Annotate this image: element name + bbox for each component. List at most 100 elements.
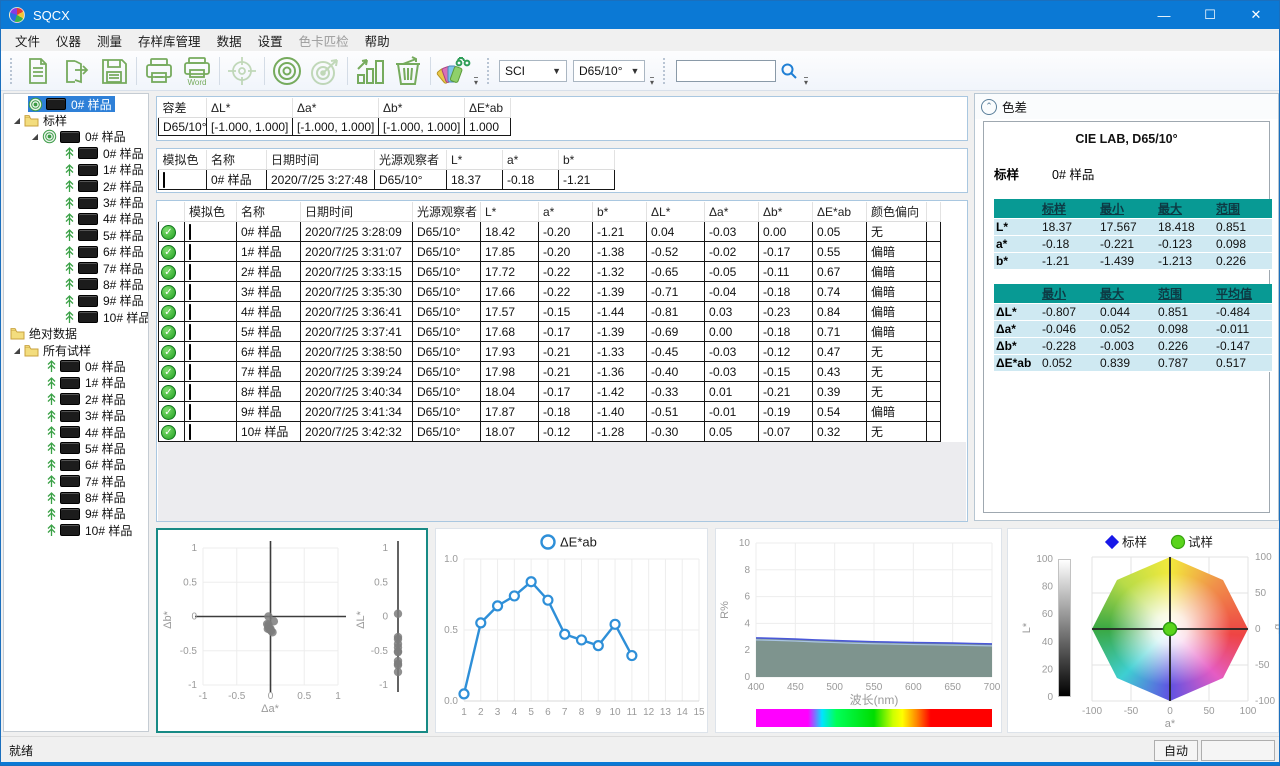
- table-row: Δb*-0.228-0.0030.226-0.147: [994, 338, 1272, 355]
- color-swatch: [163, 172, 165, 188]
- auto-button[interactable]: 自动: [1154, 740, 1198, 761]
- svg-text:20: 20: [1042, 664, 1054, 675]
- print-word-button[interactable]: Word: [178, 53, 216, 89]
- expander-icon[interactable]: ◢: [10, 346, 24, 355]
- cell: -0.52: [647, 242, 705, 262]
- cell: 无: [867, 222, 927, 242]
- svg-text:9: 9: [596, 707, 602, 718]
- pass-check-icon: ✓: [161, 325, 176, 340]
- toolbar-overflow-icon[interactable]: ▾: [650, 77, 654, 86]
- table-row[interactable]: ✓2# 样品2020/7/25 3:33:15D65/10°17.72-0.22…: [159, 262, 941, 282]
- scatter-chart-panel[interactable]: -1-1-0.5-0.5000.50.511Δb*Δa*-1-0.500.51Δ…: [156, 528, 428, 733]
- tree-item[interactable]: 0# 样品: [4, 358, 148, 374]
- cell: 17.98: [481, 362, 539, 382]
- tree-item[interactable]: 9# 样品: [4, 506, 148, 522]
- delete-trash-button[interactable]: [389, 53, 427, 89]
- expander-icon[interactable]: ◢: [28, 132, 42, 141]
- tree-item[interactable]: 8# 样品: [4, 489, 148, 505]
- table-row[interactable]: ✓7# 样品2020/7/25 3:39:24D65/10°17.98-0.21…: [159, 362, 941, 382]
- cell: 无: [867, 362, 927, 382]
- print-button[interactable]: [140, 53, 178, 89]
- table-row[interactable]: ✓0# 样品2020/7/25 3:28:09D65/10°18.42-0.20…: [159, 222, 941, 242]
- tree-item[interactable]: 10# 样品: [4, 522, 148, 538]
- menu-item-file[interactable]: 文件: [7, 29, 48, 52]
- table-row[interactable]: ✓8# 样品2020/7/25 3:40:34D65/10°18.04-0.17…: [159, 382, 941, 402]
- lab-gamut-chart-panel[interactable]: 标样试样100806040200L*-100-50050100a*100500-…: [1007, 528, 1279, 733]
- toolbar-overflow-icon[interactable]: ▾: [804, 77, 808, 86]
- cell: -0.18: [759, 322, 813, 342]
- close-button[interactable]: ✕: [1233, 1, 1279, 29]
- tree-item[interactable]: 0# 样品: [4, 145, 148, 161]
- svg-text:5: 5: [528, 707, 534, 718]
- minimize-button[interactable]: —: [1141, 1, 1187, 29]
- tree-item[interactable]: 10# 样品: [4, 309, 148, 325]
- menu-item-settings[interactable]: 设置: [250, 29, 291, 52]
- menu-item-data[interactable]: 数据: [209, 29, 250, 52]
- tree-item[interactable]: 5# 样品: [4, 227, 148, 243]
- tree-item[interactable]: 8# 样品: [4, 276, 148, 292]
- illuminant-observer-dropdown[interactable]: D65/10°▼: [573, 60, 645, 82]
- tree-item[interactable]: 4# 样品: [4, 211, 148, 227]
- table-row[interactable]: ✓10# 样品2020/7/25 3:42:32D65/10°18.07-0.1…: [159, 422, 941, 442]
- save-button[interactable]: [95, 53, 133, 89]
- table-row[interactable]: ✓1# 样品2020/7/25 3:31:07D65/10°17.85-0.20…: [159, 242, 941, 262]
- tree-item-content: 6# 样品: [64, 244, 147, 260]
- maximize-button[interactable]: ☐: [1187, 1, 1233, 29]
- search-button[interactable]: [776, 58, 802, 84]
- menu-item-measure[interactable]: 测量: [89, 29, 130, 52]
- cell: -1.213: [1156, 253, 1214, 270]
- menu-item-sample-library[interactable]: 存样库管理: [130, 29, 209, 52]
- tree-item[interactable]: 2# 样品: [4, 391, 148, 407]
- tree-item-label: 5# 样品: [100, 227, 147, 244]
- tree-item[interactable]: ◢标样: [4, 112, 148, 128]
- tree-item[interactable]: 1# 样品: [4, 375, 148, 391]
- menu-item-help[interactable]: 帮助: [357, 29, 398, 52]
- tree-item[interactable]: 5# 样品: [4, 440, 148, 456]
- tree-item[interactable]: 0# 样品: [4, 96, 148, 112]
- svg-text:450: 450: [787, 682, 804, 693]
- tree-item[interactable]: 4# 样品: [4, 424, 148, 440]
- export-button[interactable]: [57, 53, 95, 89]
- cell: [-1.000, 1.000]: [207, 118, 293, 136]
- tree-item-label: 7# 样品: [100, 260, 147, 277]
- table-row[interactable]: ✓4# 样品2020/7/25 3:36:41D65/10°17.57-0.15…: [159, 302, 941, 322]
- deltae-trend-chart-panel[interactable]: 0.00.51.0123456789101112131415ΔE*ab: [435, 528, 708, 733]
- table-row[interactable]: ✓6# 样品2020/7/25 3:38:50D65/10°17.93-0.21…: [159, 342, 941, 362]
- table-row[interactable]: ✓5# 样品2020/7/25 3:37:41D65/10°17.68-0.17…: [159, 322, 941, 342]
- cell: -0.12: [539, 422, 593, 442]
- new-document-button[interactable]: [19, 53, 57, 89]
- tree-item[interactable]: 3# 样品: [4, 194, 148, 210]
- tree-item[interactable]: 7# 样品: [4, 260, 148, 276]
- reflectance-chart-panel[interactable]: 0246810400450500550600650700R%波长(nm): [715, 528, 1002, 733]
- color-match-button[interactable]: [434, 53, 472, 89]
- tree-item[interactable]: 2# 样品: [4, 178, 148, 194]
- menu-item-instrument[interactable]: 仪器: [48, 29, 89, 52]
- table-row[interactable]: ✓3# 样品2020/7/25 3:35:30D65/10°17.66-0.22…: [159, 282, 941, 302]
- table-row[interactable]: ✓9# 样品2020/7/25 3:41:34D65/10°17.87-0.18…: [159, 402, 941, 422]
- measure-standard-button[interactable]: [268, 53, 306, 89]
- panel-title: 色差: [1002, 97, 1027, 116]
- tree-item[interactable]: ◢0# 样品: [4, 129, 148, 145]
- cell: [927, 262, 941, 282]
- statistics-chart-button[interactable]: [351, 53, 389, 89]
- tree-item[interactable]: 6# 样品: [4, 244, 148, 260]
- table-row[interactable]: 0# 样品2020/7/25 3:27:48D65/10°18.37-0.18-…: [159, 170, 615, 190]
- sci-sce-dropdown[interactable]: SCI▼: [499, 60, 567, 82]
- search-input[interactable]: [676, 60, 776, 82]
- tree-item[interactable]: ◢所有试样: [4, 342, 148, 358]
- tree-item[interactable]: 3# 样品: [4, 407, 148, 423]
- tree-item[interactable]: 7# 样品: [4, 473, 148, 489]
- tree-item[interactable]: 9# 样品: [4, 293, 148, 309]
- tree-item[interactable]: 1# 样品: [4, 162, 148, 178]
- collapse-panel-icon[interactable]: ⌃: [981, 99, 997, 115]
- cell: 4# 样品: [237, 302, 301, 322]
- cell: -0.40: [647, 362, 705, 382]
- table-row[interactable]: D65/10°[-1.000, 1.000][-1.000, 1.000][-1…: [159, 118, 511, 136]
- cell: 18.42: [481, 222, 539, 242]
- tree-item-label: 0# 样品: [100, 145, 147, 162]
- tree-item[interactable]: 绝对数据: [4, 325, 148, 341]
- expander-icon[interactable]: ◢: [10, 116, 24, 125]
- tree-item[interactable]: 6# 样品: [4, 457, 148, 473]
- sample-tree-icon: [64, 163, 75, 177]
- toolbar-overflow-icon[interactable]: ▾: [474, 77, 478, 86]
